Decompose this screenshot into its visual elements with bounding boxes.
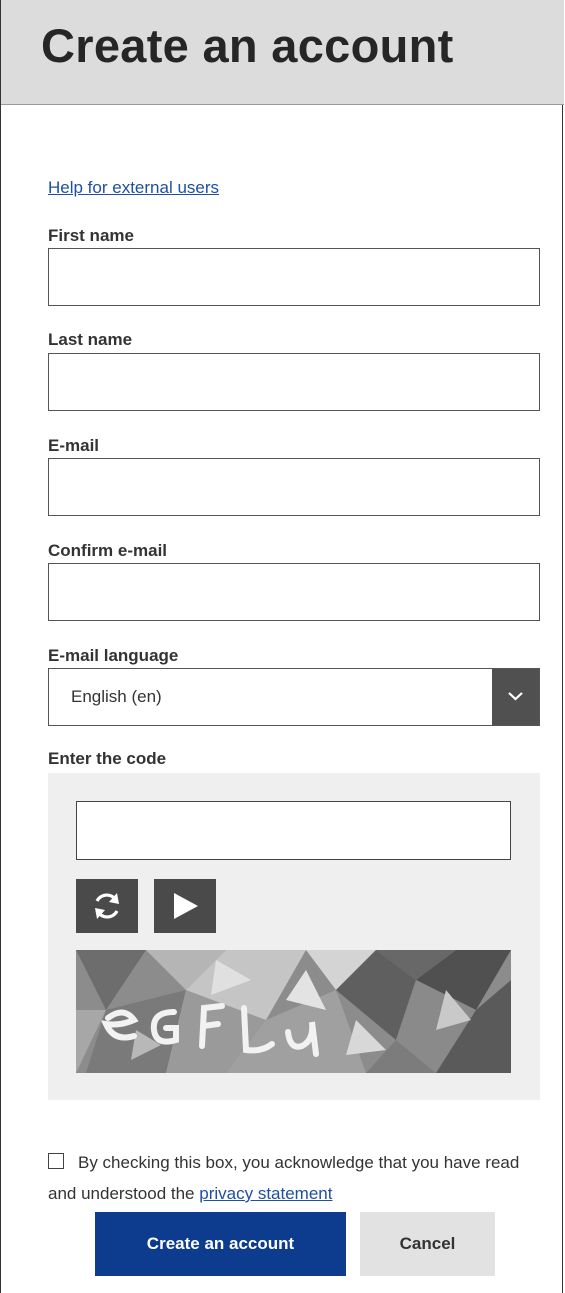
confirm-email-label: Confirm e-mail bbox=[48, 541, 168, 560]
privacy-consent-checkbox[interactable] bbox=[48, 1153, 64, 1169]
email-language-value: English (en) bbox=[71, 687, 162, 706]
play-audio-icon bbox=[174, 893, 198, 919]
confirm-email-input[interactable] bbox=[48, 563, 540, 621]
privacy-statement-link[interactable]: privacy statement bbox=[199, 1184, 332, 1203]
first-name-input[interactable] bbox=[48, 248, 540, 306]
consent-section: By checking this box, you acknowledge th… bbox=[48, 1147, 538, 1209]
email-language-select[interactable]: English (en) bbox=[48, 668, 540, 726]
dropdown-toggle[interactable] bbox=[492, 669, 539, 725]
create-account-button[interactable]: Create an account bbox=[95, 1212, 346, 1276]
refresh-icon bbox=[95, 893, 119, 919]
first-name-label: First name bbox=[48, 226, 134, 245]
refresh-captcha-button[interactable] bbox=[76, 879, 138, 933]
email-label: E-mail bbox=[48, 436, 100, 455]
email-language-label: E-mail language bbox=[48, 646, 179, 665]
page-header: Create an account bbox=[1, 0, 564, 105]
page-frame: Create an account Help for external user… bbox=[0, 0, 564, 1293]
captcha-image bbox=[76, 950, 511, 1073]
captcha-label: Enter the code bbox=[48, 749, 167, 768]
captcha-panel bbox=[48, 773, 540, 1100]
chevron-down-icon bbox=[508, 692, 523, 701]
last-name-label: Last name bbox=[48, 330, 133, 349]
play-audio-button[interactable] bbox=[154, 879, 216, 933]
email-input[interactable] bbox=[48, 458, 540, 516]
help-link[interactable]: Help for external users bbox=[48, 178, 219, 198]
captcha-input[interactable] bbox=[76, 801, 511, 860]
last-name-input[interactable] bbox=[48, 353, 540, 411]
page-title: Create an account bbox=[41, 19, 454, 72]
cancel-button[interactable]: Cancel bbox=[360, 1212, 495, 1276]
